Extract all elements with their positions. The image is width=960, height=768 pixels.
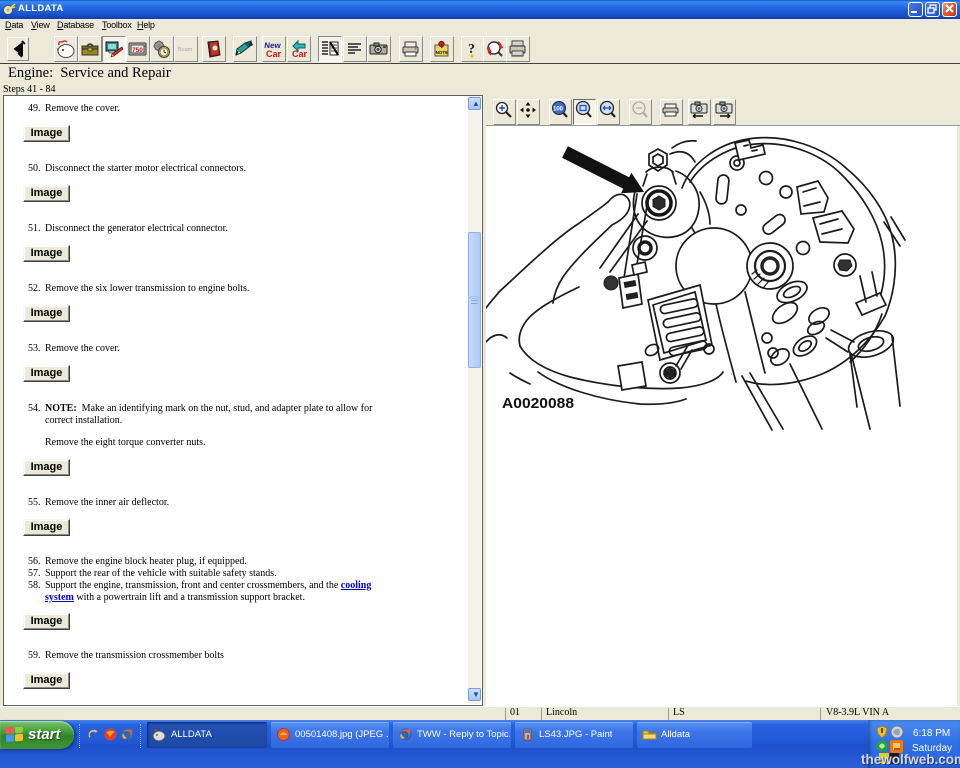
svg-text:A0020088: A0020088 [502,395,574,412]
svg-text:Car: Car [292,49,308,59]
svg-text:100: 100 [553,107,564,113]
svg-text:750: 750 [132,47,143,54]
svg-text:Beam: Beam [178,47,193,53]
svg-text:Car: Car [266,49,282,59]
svg-text:NOTE: NOTE [436,50,449,55]
